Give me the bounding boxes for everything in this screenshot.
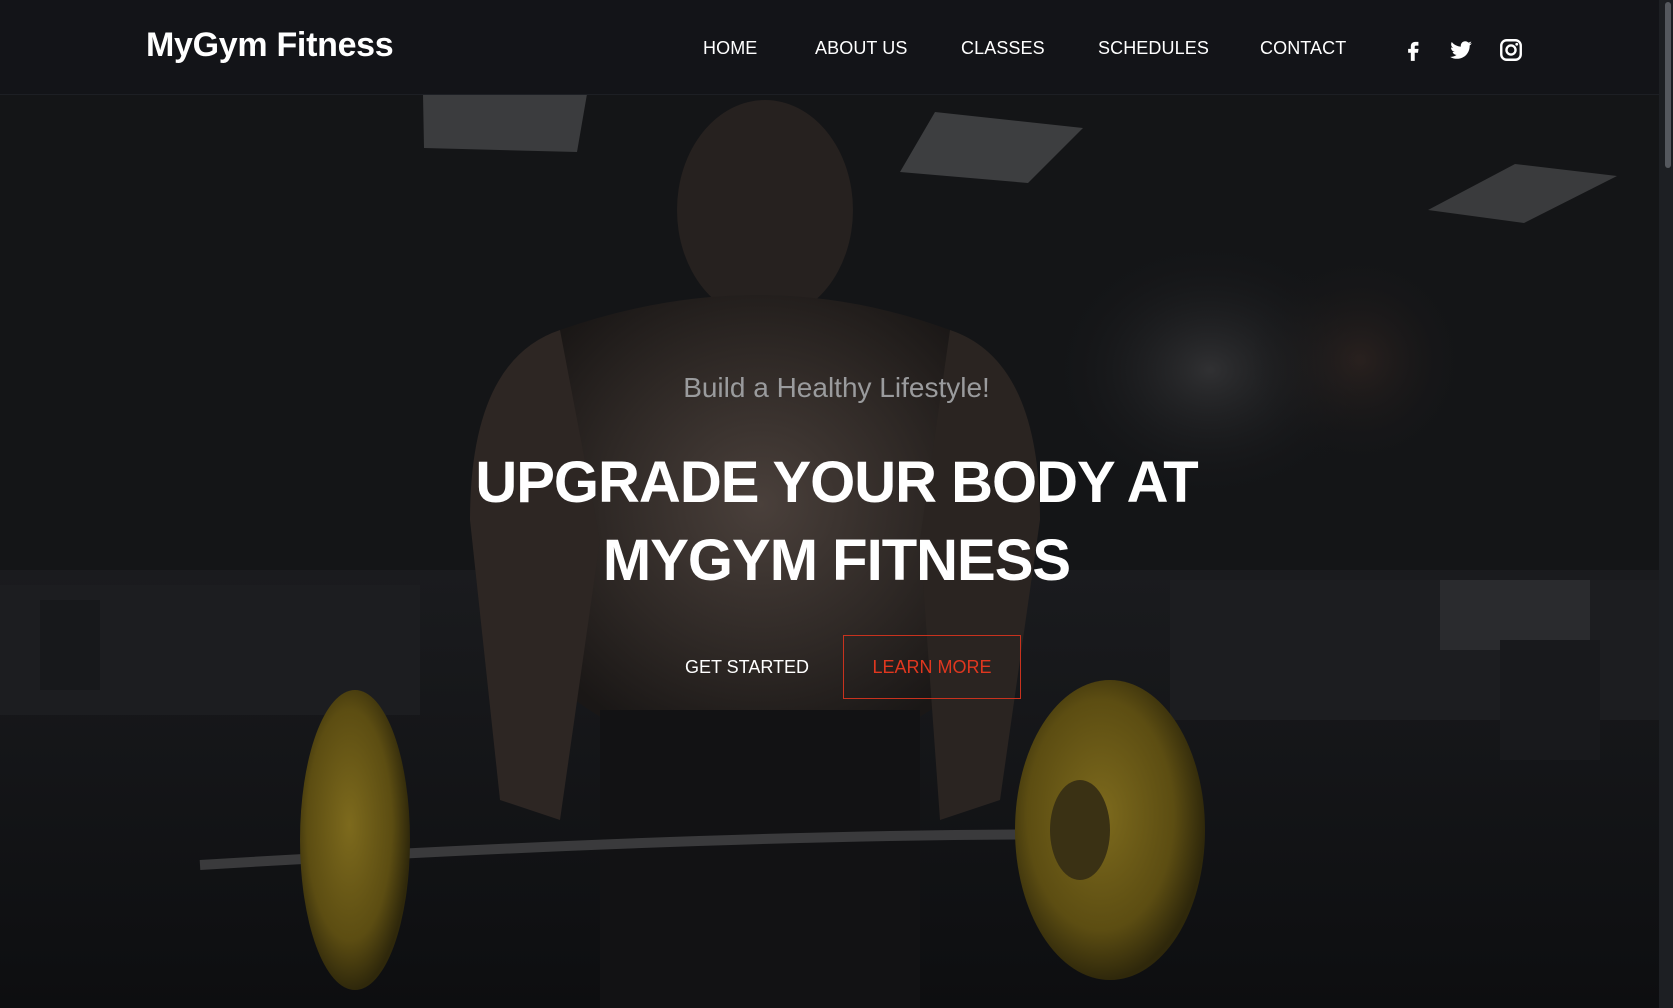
- instagram-icon[interactable]: [1498, 37, 1524, 63]
- nav-item-contact[interactable]: CONTACT: [1260, 38, 1346, 59]
- page: MyGym Fitness HOME ABOUT US CLASSES SCHE…: [0, 0, 1673, 1008]
- hero-title-line-2: MYGYM FITNESS: [602, 528, 1071, 593]
- nav-item-about-us[interactable]: ABOUT US: [815, 38, 908, 59]
- nav-item-classes[interactable]: CLASSES: [961, 38, 1045, 59]
- brand-logo[interactable]: MyGym Fitness: [146, 26, 394, 65]
- scrollbar-thumb[interactable]: [1665, 2, 1671, 168]
- learn-more-button[interactable]: LEARN MORE: [843, 635, 1021, 699]
- hero-title-line-1: UPGRADE YOUR BODY AT: [475, 450, 1198, 515]
- nav-item-home[interactable]: HOME: [703, 38, 757, 59]
- hero-subtitle: Build a Healthy Lifestyle!: [683, 372, 990, 403]
- hero-title: UPGRADE YOUR BODY AT MYGYM FITNESS: [0, 444, 1673, 600]
- get-started-button[interactable]: GET STARTED: [662, 636, 832, 698]
- twitter-icon[interactable]: [1448, 37, 1474, 63]
- site-header: MyGym Fitness HOME ABOUT US CLASSES SCHE…: [0, 0, 1659, 95]
- page-scrollbar[interactable]: [1659, 0, 1673, 1008]
- facebook-icon[interactable]: [1400, 37, 1426, 63]
- nav-item-schedules[interactable]: SCHEDULES: [1098, 38, 1209, 59]
